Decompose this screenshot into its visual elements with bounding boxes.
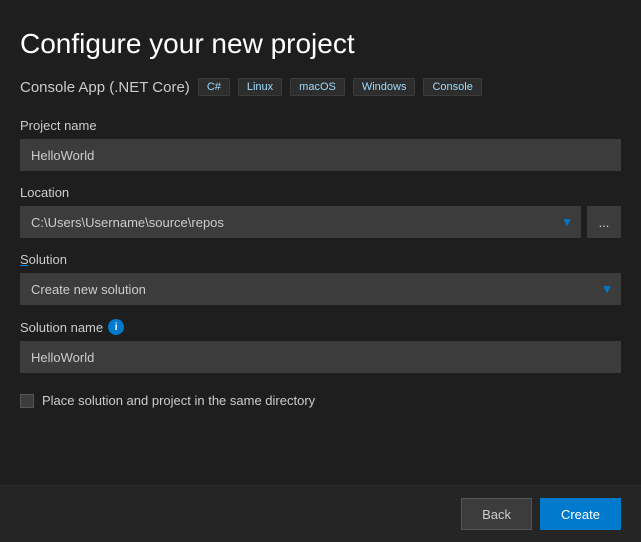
subtitle-text: Console App (.NET Core) (20, 79, 190, 96)
location-section: Location ▼ ... (20, 185, 621, 238)
back-button[interactable]: Back (461, 498, 532, 530)
solution-name-label: Solution name i (20, 319, 621, 335)
location-input[interactable] (20, 206, 581, 238)
solution-select[interactable]: Create new solution Add to solution Crea… (20, 273, 621, 305)
checkbox-row: Place solution and project in the same d… (20, 393, 621, 408)
solution-name-section: Solution name i (20, 319, 621, 373)
solution-label-text: Solution (20, 252, 67, 267)
location-label: Location (20, 185, 621, 200)
solution-select-wrapper: Create new solution Add to solution Crea… (20, 273, 621, 305)
tag-windows: Windows (353, 78, 416, 96)
project-name-section: Project name (20, 118, 621, 171)
location-row: ▼ ... (20, 206, 621, 238)
same-directory-checkbox[interactable] (20, 394, 34, 408)
solution-name-input[interactable] (20, 341, 621, 373)
browse-button[interactable]: ... (587, 206, 621, 238)
tag-macos: macOS (290, 78, 345, 96)
tag-linux: Linux (238, 78, 282, 96)
solution-section: Solution Create new solution Add to solu… (20, 252, 621, 305)
project-name-input[interactable] (20, 139, 621, 171)
page-title: Configure your new project (20, 28, 621, 60)
footer: Back Create (0, 485, 641, 542)
main-container: Configure your new project Console App (… (0, 0, 641, 542)
create-button[interactable]: Create (540, 498, 621, 530)
tag-console: Console (423, 78, 481, 96)
tag-csharp: C# (198, 78, 230, 96)
project-name-label: Project name (20, 118, 621, 133)
solution-name-info-icon[interactable]: i (108, 319, 124, 335)
subtitle-row: Console App (.NET Core) C# Linux macOS W… (20, 78, 621, 96)
same-directory-label: Place solution and project in the same d… (42, 393, 315, 408)
solution-label: Solution (20, 252, 621, 267)
location-input-wrapper: ▼ (20, 206, 581, 238)
